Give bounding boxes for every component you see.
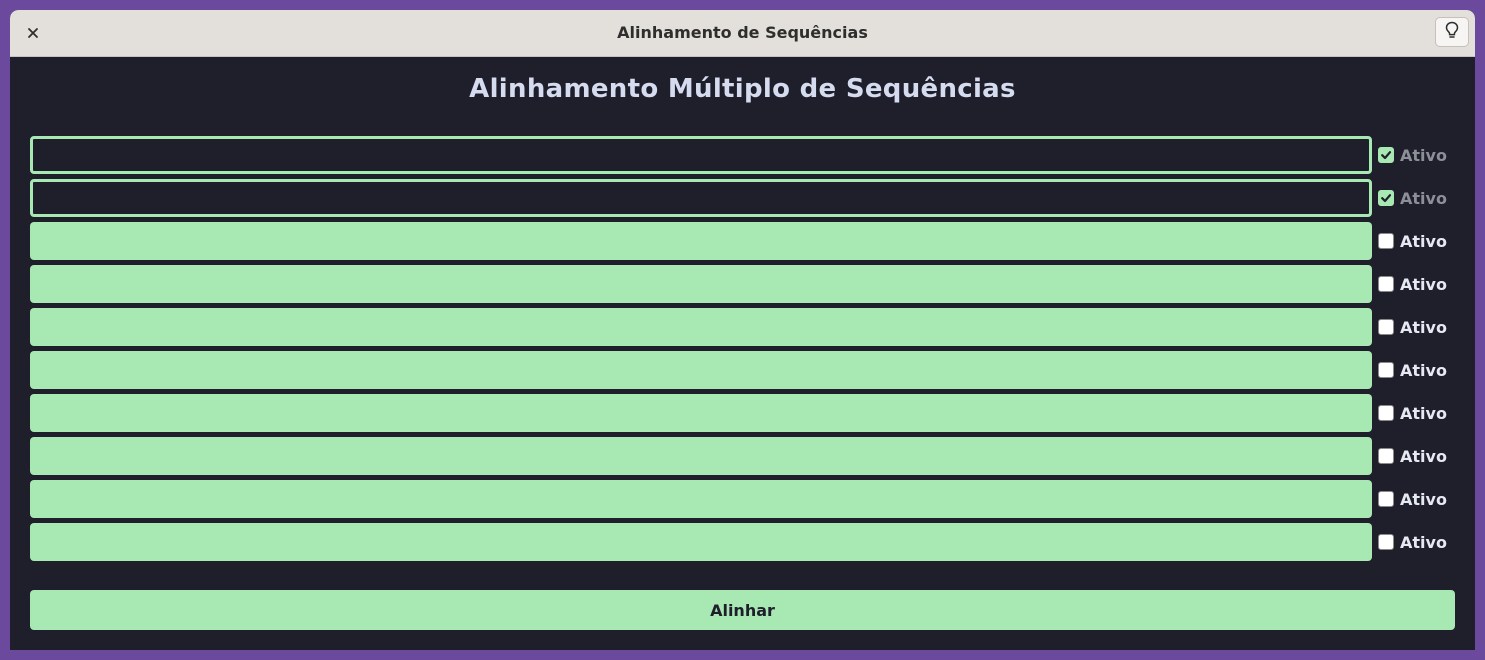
sequence-list: Ativo Ativo Ativo Ativo Ativo Ativo Ativo Ativo… [30,136,1455,566]
hint-button[interactable] [1435,17,1469,47]
sequence-row: Ativo [30,437,1455,475]
sequence-input[interactable] [30,351,1372,389]
active-checkbox[interactable]: Ativo [1378,437,1447,475]
checkbox-label: Ativo [1400,145,1447,165]
sequence-input[interactable] [30,179,1372,217]
sequence-input[interactable] [30,437,1372,475]
active-checkbox[interactable]: Ativo [1378,394,1447,432]
checkbox-label: Ativo [1400,360,1447,380]
sequence-input[interactable] [30,523,1372,561]
active-checkbox[interactable]: Ativo [1378,222,1447,260]
sequence-input[interactable] [30,136,1372,174]
checkbox-box[interactable] [1378,362,1394,378]
active-checkbox[interactable]: Ativo [1378,308,1447,346]
lightbulb-icon [1444,21,1460,43]
active-checkbox[interactable]: Ativo [1378,351,1447,389]
sequence-input[interactable] [30,265,1372,303]
sequence-input[interactable] [30,222,1372,260]
active-checkbox[interactable]: Ativo [1378,265,1447,303]
checkbox-box[interactable] [1378,233,1394,249]
title-bar: Alinhamento de Sequências [10,10,1475,57]
checkmark-icon [1381,194,1392,203]
checkbox-box[interactable] [1378,534,1394,550]
checkbox-box[interactable] [1378,405,1394,421]
checkbox-box[interactable] [1378,319,1394,335]
checkbox-box[interactable] [1378,491,1394,507]
checkbox-box[interactable] [1378,276,1394,292]
checkbox-label: Ativo [1400,274,1447,294]
checkbox-box[interactable] [1378,147,1394,163]
sequence-input[interactable] [30,308,1372,346]
window-title: Alinhamento de Sequências [617,23,868,42]
sequence-row: Ativo [30,222,1455,260]
checkbox-box[interactable] [1378,448,1394,464]
sequence-row: Ativo [30,136,1455,174]
page-title: Alinhamento Múltiplo de Sequências [469,74,1016,104]
sequence-row: Ativo [30,179,1455,217]
active-checkbox[interactable]: Ativo [1378,480,1447,518]
checkbox-label: Ativo [1400,446,1447,466]
sequence-row: Ativo [30,308,1455,346]
checkbox-box[interactable] [1378,190,1394,206]
checkbox-label: Ativo [1400,532,1447,552]
app-window: Alinhamento de Sequências Alinhamento Mú… [10,10,1475,650]
checkbox-label: Ativo [1400,489,1447,509]
align-button[interactable]: Alinhar [30,590,1455,630]
active-checkbox[interactable]: Ativo [1378,136,1447,174]
sequence-row: Ativo [30,394,1455,432]
sequence-row: Ativo [30,523,1455,561]
sequence-row: Ativo [30,265,1455,303]
sequence-input[interactable] [30,394,1372,432]
sequence-row: Ativo [30,351,1455,389]
sequence-input[interactable] [30,480,1372,518]
checkbox-label: Ativo [1400,188,1447,208]
checkbox-label: Ativo [1400,317,1447,337]
checkbox-label: Ativo [1400,231,1447,251]
active-checkbox[interactable]: Ativo [1378,523,1447,561]
checkmark-icon [1381,151,1392,160]
sequence-row: Ativo [30,480,1455,518]
checkbox-label: Ativo [1400,403,1447,423]
active-checkbox[interactable]: Ativo [1378,179,1447,217]
